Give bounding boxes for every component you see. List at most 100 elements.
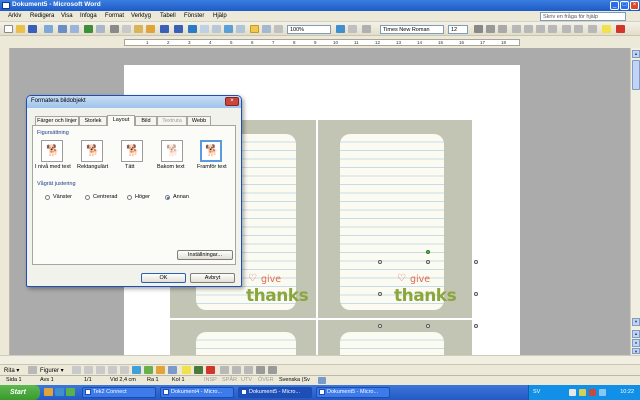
selection-handle[interactable] <box>378 324 382 328</box>
input-language[interactable]: SV <box>533 389 540 395</box>
indent-icon[interactable] <box>588 25 597 33</box>
word-app-icon[interactable] <box>2 2 10 9</box>
paste-icon[interactable] <box>134 25 143 33</box>
selection-handle[interactable] <box>378 260 382 264</box>
read-icon[interactable] <box>348 25 357 33</box>
font-size-select[interactable]: 12 <box>448 25 468 34</box>
numbering-icon[interactable] <box>562 25 571 33</box>
tab-size[interactable]: Storlek <box>79 116 107 125</box>
bold-icon[interactable] <box>474 25 483 33</box>
menu-format[interactable]: Format <box>105 13 124 19</box>
open-folder-icon[interactable] <box>16 25 25 33</box>
card-bottom-right[interactable] <box>318 320 472 355</box>
fill-color-icon[interactable] <box>182 366 191 374</box>
rectangle-icon[interactable] <box>96 366 105 374</box>
align-other-radio[interactable] <box>165 195 170 200</box>
quicklaunch-icon[interactable] <box>66 388 75 396</box>
arrow-icon[interactable] <box>84 366 93 374</box>
font-color-draw-icon[interactable] <box>206 366 215 374</box>
menu-verktyg[interactable]: Verktyg <box>131 13 151 19</box>
tray-icon[interactable] <box>569 389 576 396</box>
help-icon[interactable] <box>336 25 345 33</box>
font-select[interactable]: Times New Roman <box>380 25 444 34</box>
wordart-icon[interactable] <box>132 366 141 374</box>
status-record-mode[interactable]: INSP <box>204 377 217 383</box>
browse-object-icon[interactable]: ● <box>632 339 640 347</box>
status-track-changes[interactable]: SPÅR <box>222 377 237 383</box>
maximize-button[interactable]: □ <box>620 1 629 10</box>
align-left-radio[interactable] <box>45 195 50 200</box>
tab-picture[interactable]: Bild <box>135 116 157 125</box>
undo-icon[interactable] <box>160 25 169 33</box>
bullets-icon[interactable] <box>574 25 583 33</box>
save-icon[interactable] <box>28 25 37 33</box>
spelling-icon[interactable] <box>84 25 93 33</box>
close-button[interactable]: × <box>630 1 639 10</box>
cancel-button[interactable]: Avbryt <box>190 273 235 283</box>
menu-fonster[interactable]: Fönster <box>184 13 204 19</box>
show-hide-icon[interactable] <box>274 25 283 33</box>
vertical-ruler[interactable] <box>0 48 10 355</box>
italic-icon[interactable] <box>486 25 495 33</box>
tab-layout[interactable]: Layout <box>107 115 135 126</box>
print-preview-icon[interactable] <box>70 25 79 33</box>
select-objects-icon[interactable] <box>28 366 37 374</box>
font-color-icon[interactable] <box>616 25 625 33</box>
status-extend[interactable]: UTV <box>241 377 252 383</box>
taskbar-item[interactable]: Dokument5 - Micro... <box>316 387 390 398</box>
picture-icon[interactable] <box>168 366 177 374</box>
tray-icon[interactable] <box>589 389 596 396</box>
3d-icon[interactable] <box>268 366 277 374</box>
permission-icon[interactable] <box>44 25 53 33</box>
insert-excel-icon[interactable] <box>224 25 233 33</box>
redo-icon[interactable] <box>174 25 183 33</box>
format-painter-icon[interactable] <box>146 25 155 33</box>
horizontal-scrollbar[interactable] <box>0 355 640 364</box>
start-button[interactable]: Start <box>0 385 40 400</box>
ok-button[interactable]: OK <box>141 273 186 283</box>
line-style-icon[interactable] <box>220 366 229 374</box>
clipart-icon[interactable] <box>156 366 165 374</box>
textbox-icon[interactable] <box>120 366 129 374</box>
quicklaunch-icon[interactable] <box>55 388 64 396</box>
dash-style-icon[interactable] <box>232 366 241 374</box>
menu-infoga[interactable]: Infoga <box>80 13 97 19</box>
dialog-close-button[interactable]: × <box>225 97 239 106</box>
scroll-thumb[interactable] <box>632 60 640 90</box>
document-map-icon[interactable] <box>262 25 271 33</box>
status-overtype[interactable]: ÖVER <box>258 377 274 383</box>
tab-web[interactable]: Webb <box>187 116 211 125</box>
underline-icon[interactable] <box>498 25 507 33</box>
shadow-icon[interactable] <box>256 366 265 374</box>
align-left-icon[interactable] <box>512 25 521 33</box>
columns-icon[interactable] <box>236 25 245 33</box>
wrap-square-option[interactable]: 🐕 <box>81 140 103 162</box>
highlight-icon[interactable] <box>602 25 611 33</box>
wrap-inline-option[interactable]: 🐕 <box>41 140 63 162</box>
line-icon[interactable] <box>72 366 81 374</box>
tables-borders-icon[interactable] <box>200 25 209 33</box>
wrap-in-front-option[interactable]: 🐕 <box>200 140 222 162</box>
drawing-icon[interactable] <box>250 25 259 33</box>
vertical-scrollbar[interactable]: ▲ ▼ ▲ ● ▼ <box>630 48 640 355</box>
tab-colors-and-lines[interactable]: Färger och linjer <box>35 116 79 125</box>
draw-menu[interactable]: Rita ▾ <box>4 367 19 374</box>
wrap-behind-option[interactable]: 🐕 <box>161 140 183 162</box>
align-right-radio[interactable] <box>127 195 132 200</box>
card-bottom-left[interactable] <box>170 320 316 355</box>
selection-handle[interactable] <box>426 260 430 264</box>
insert-table-icon[interactable] <box>212 25 221 33</box>
status-language[interactable]: Svenska (Sv <box>279 377 310 383</box>
card-top-right[interactable]: ♡ give thanks <box>318 120 472 318</box>
tray-icon[interactable] <box>579 389 586 396</box>
previous-page-icon[interactable]: ▲ <box>632 330 640 338</box>
taskbar-item[interactable]: Tek2 Connect <box>82 387 156 398</box>
print-icon[interactable] <box>58 25 67 33</box>
help-search-input[interactable]: Skriv en fråga för hjälp <box>540 12 626 21</box>
selection-handle[interactable] <box>378 292 382 296</box>
minimize-button[interactable]: _ <box>610 1 619 10</box>
research-icon[interactable] <box>96 25 105 33</box>
new-document-icon[interactable] <box>4 25 13 33</box>
dialog-title-bar[interactable]: Formatera bildobjekt × <box>27 96 241 108</box>
menu-arkiv[interactable]: Arkiv <box>8 13 21 19</box>
